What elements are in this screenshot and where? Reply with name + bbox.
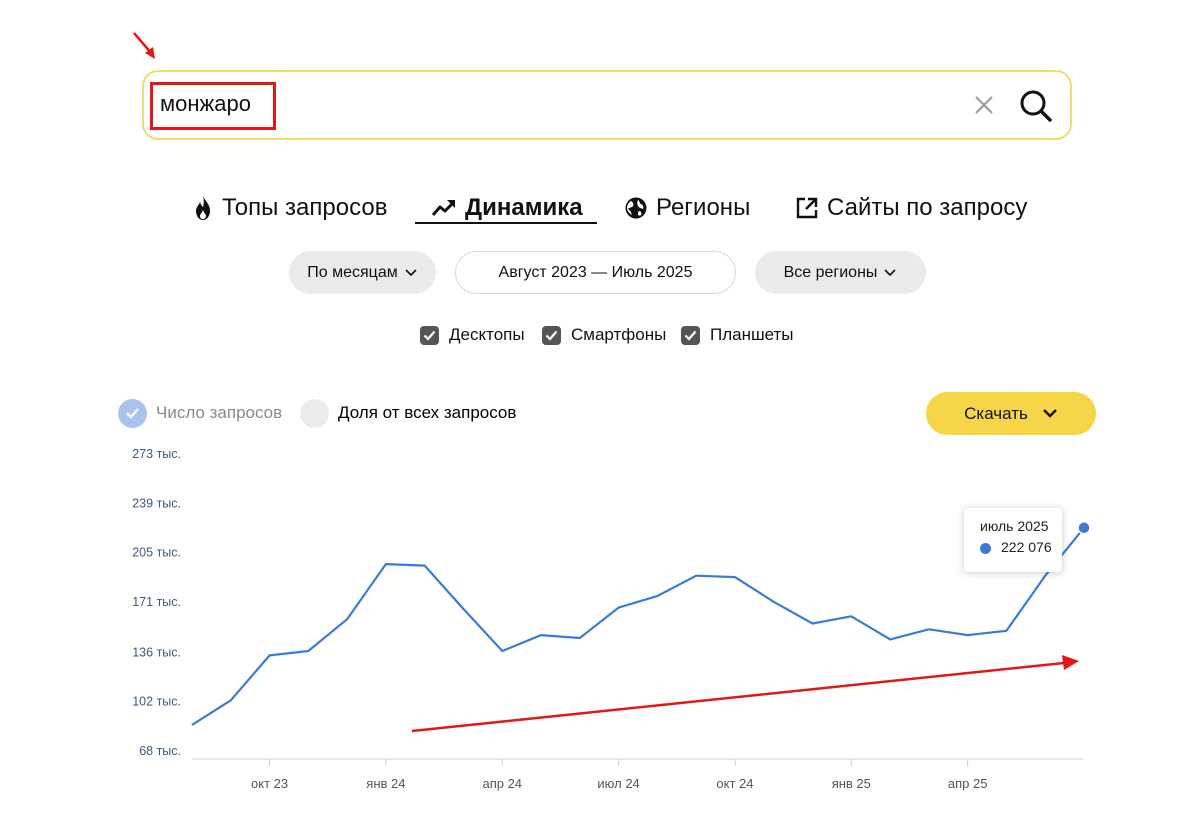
checkbox-checked-icon	[542, 325, 561, 345]
date-range-picker[interactable]: Август 2023 — Июль 2025	[455, 251, 736, 294]
tooltip-value: 222 076	[1001, 539, 1052, 555]
annotation-trend-arrow	[411, 655, 1079, 733]
checkbox-label: Планшеты	[710, 325, 794, 344]
region-label: Все регионы	[783, 263, 878, 281]
y-tick-label: 171 тыс.	[132, 595, 181, 609]
chevron-down-icon	[884, 268, 896, 276]
search-icon[interactable]	[1018, 88, 1054, 124]
y-axis: 273 тыс. 239 тыс. 205 тыс. 171 тыс. 136 тыс.…	[132, 447, 181, 758]
y-tick-label: 136 тыс.	[132, 645, 181, 659]
x-axis: окт 23 янв 24 апр 24 июл 24 окт 24 янв 25 апр …	[251, 759, 987, 791]
annotation-arrow-pointer	[133, 32, 155, 59]
trend-up-icon	[431, 200, 456, 216]
checkbox-desktops[interactable]: Десктопы	[420, 324, 525, 346]
chart-tooltip: июль 2025 222 076	[964, 508, 1062, 572]
x-tick-label: окт 23	[251, 776, 288, 791]
y-tick-label: 205 тыс.	[132, 546, 181, 560]
line-chart: 273 тыс. 239 тыс. 205 тыс. 171 тыс. 136 тыс.…	[132, 447, 1091, 791]
fire-icon	[196, 196, 210, 220]
metric-label: Число запросов	[156, 403, 283, 422]
highlighted-data-point[interactable]	[1077, 521, 1091, 535]
search-box[interactable]	[142, 70, 1072, 140]
tab-top-queries[interactable]: Топы запросов	[192, 188, 387, 228]
clear-icon[interactable]	[972, 93, 996, 117]
x-tick-label: апр 25	[948, 776, 988, 791]
x-tick-label: июл 24	[597, 776, 639, 791]
y-tick-label: 273 тыс.	[132, 447, 181, 461]
tab-label: Динамика	[465, 194, 583, 221]
series-line	[191, 527, 1085, 726]
x-tick-label: окт 24	[716, 776, 753, 791]
date-range-label: Август 2023 — Июль 2025	[498, 263, 693, 281]
checkbox-checked-icon	[681, 325, 700, 345]
radio-unchecked-icon	[300, 398, 329, 428]
download-label: Скачать	[964, 403, 1028, 423]
tab-bar: Топы запросов Динамика Регионы Сайты по …	[0, 188, 1200, 228]
checkbox-label: Смартфоны	[571, 325, 667, 344]
checkbox-smartphones[interactable]: Смартфоны	[542, 324, 666, 346]
tooltip-date: июль 2025	[980, 518, 1049, 534]
granularity-label: По месяцам	[307, 263, 398, 281]
tab-sites[interactable]: Сайты по запросу	[795, 188, 1027, 228]
y-tick-label: 239 тыс.	[132, 496, 181, 510]
region-dropdown[interactable]: Все регионы	[755, 251, 926, 294]
checkbox-checked-icon	[420, 325, 439, 345]
download-button[interactable]: Скачать	[926, 392, 1096, 435]
tab-label: Топы запросов	[222, 194, 388, 221]
tooltip-series-dot	[980, 543, 991, 554]
active-tab-underline	[415, 222, 597, 224]
globe-icon	[625, 197, 647, 219]
tab-label: Регионы	[656, 194, 751, 221]
x-tick-label: янв 25	[832, 776, 871, 791]
metric-query-count[interactable]: Число запросов	[118, 398, 282, 428]
metric-query-share[interactable]: Доля от всех запросов	[300, 398, 516, 428]
checkbox-label: Десктопы	[449, 325, 525, 344]
y-tick-label: 68 тыс.	[139, 744, 181, 758]
x-tick-label: янв 24	[366, 776, 405, 791]
chevron-down-icon	[1043, 409, 1057, 418]
x-tick-label: апр 24	[482, 776, 522, 791]
tab-label: Сайты по запросу	[827, 194, 1028, 221]
tab-regions[interactable]: Регионы	[624, 188, 750, 228]
external-link-icon	[796, 197, 818, 219]
checkbox-tablets[interactable]: Планшеты	[681, 324, 794, 346]
y-tick-label: 102 тыс.	[132, 695, 181, 709]
search-input[interactable]: монжаро	[160, 91, 251, 117]
radio-checked-icon	[118, 398, 147, 428]
chevron-down-icon	[405, 268, 417, 276]
series-points	[1077, 521, 1091, 535]
metric-label: Доля от всех запросов	[338, 403, 517, 422]
granularity-dropdown[interactable]: По месяцам	[289, 251, 436, 294]
